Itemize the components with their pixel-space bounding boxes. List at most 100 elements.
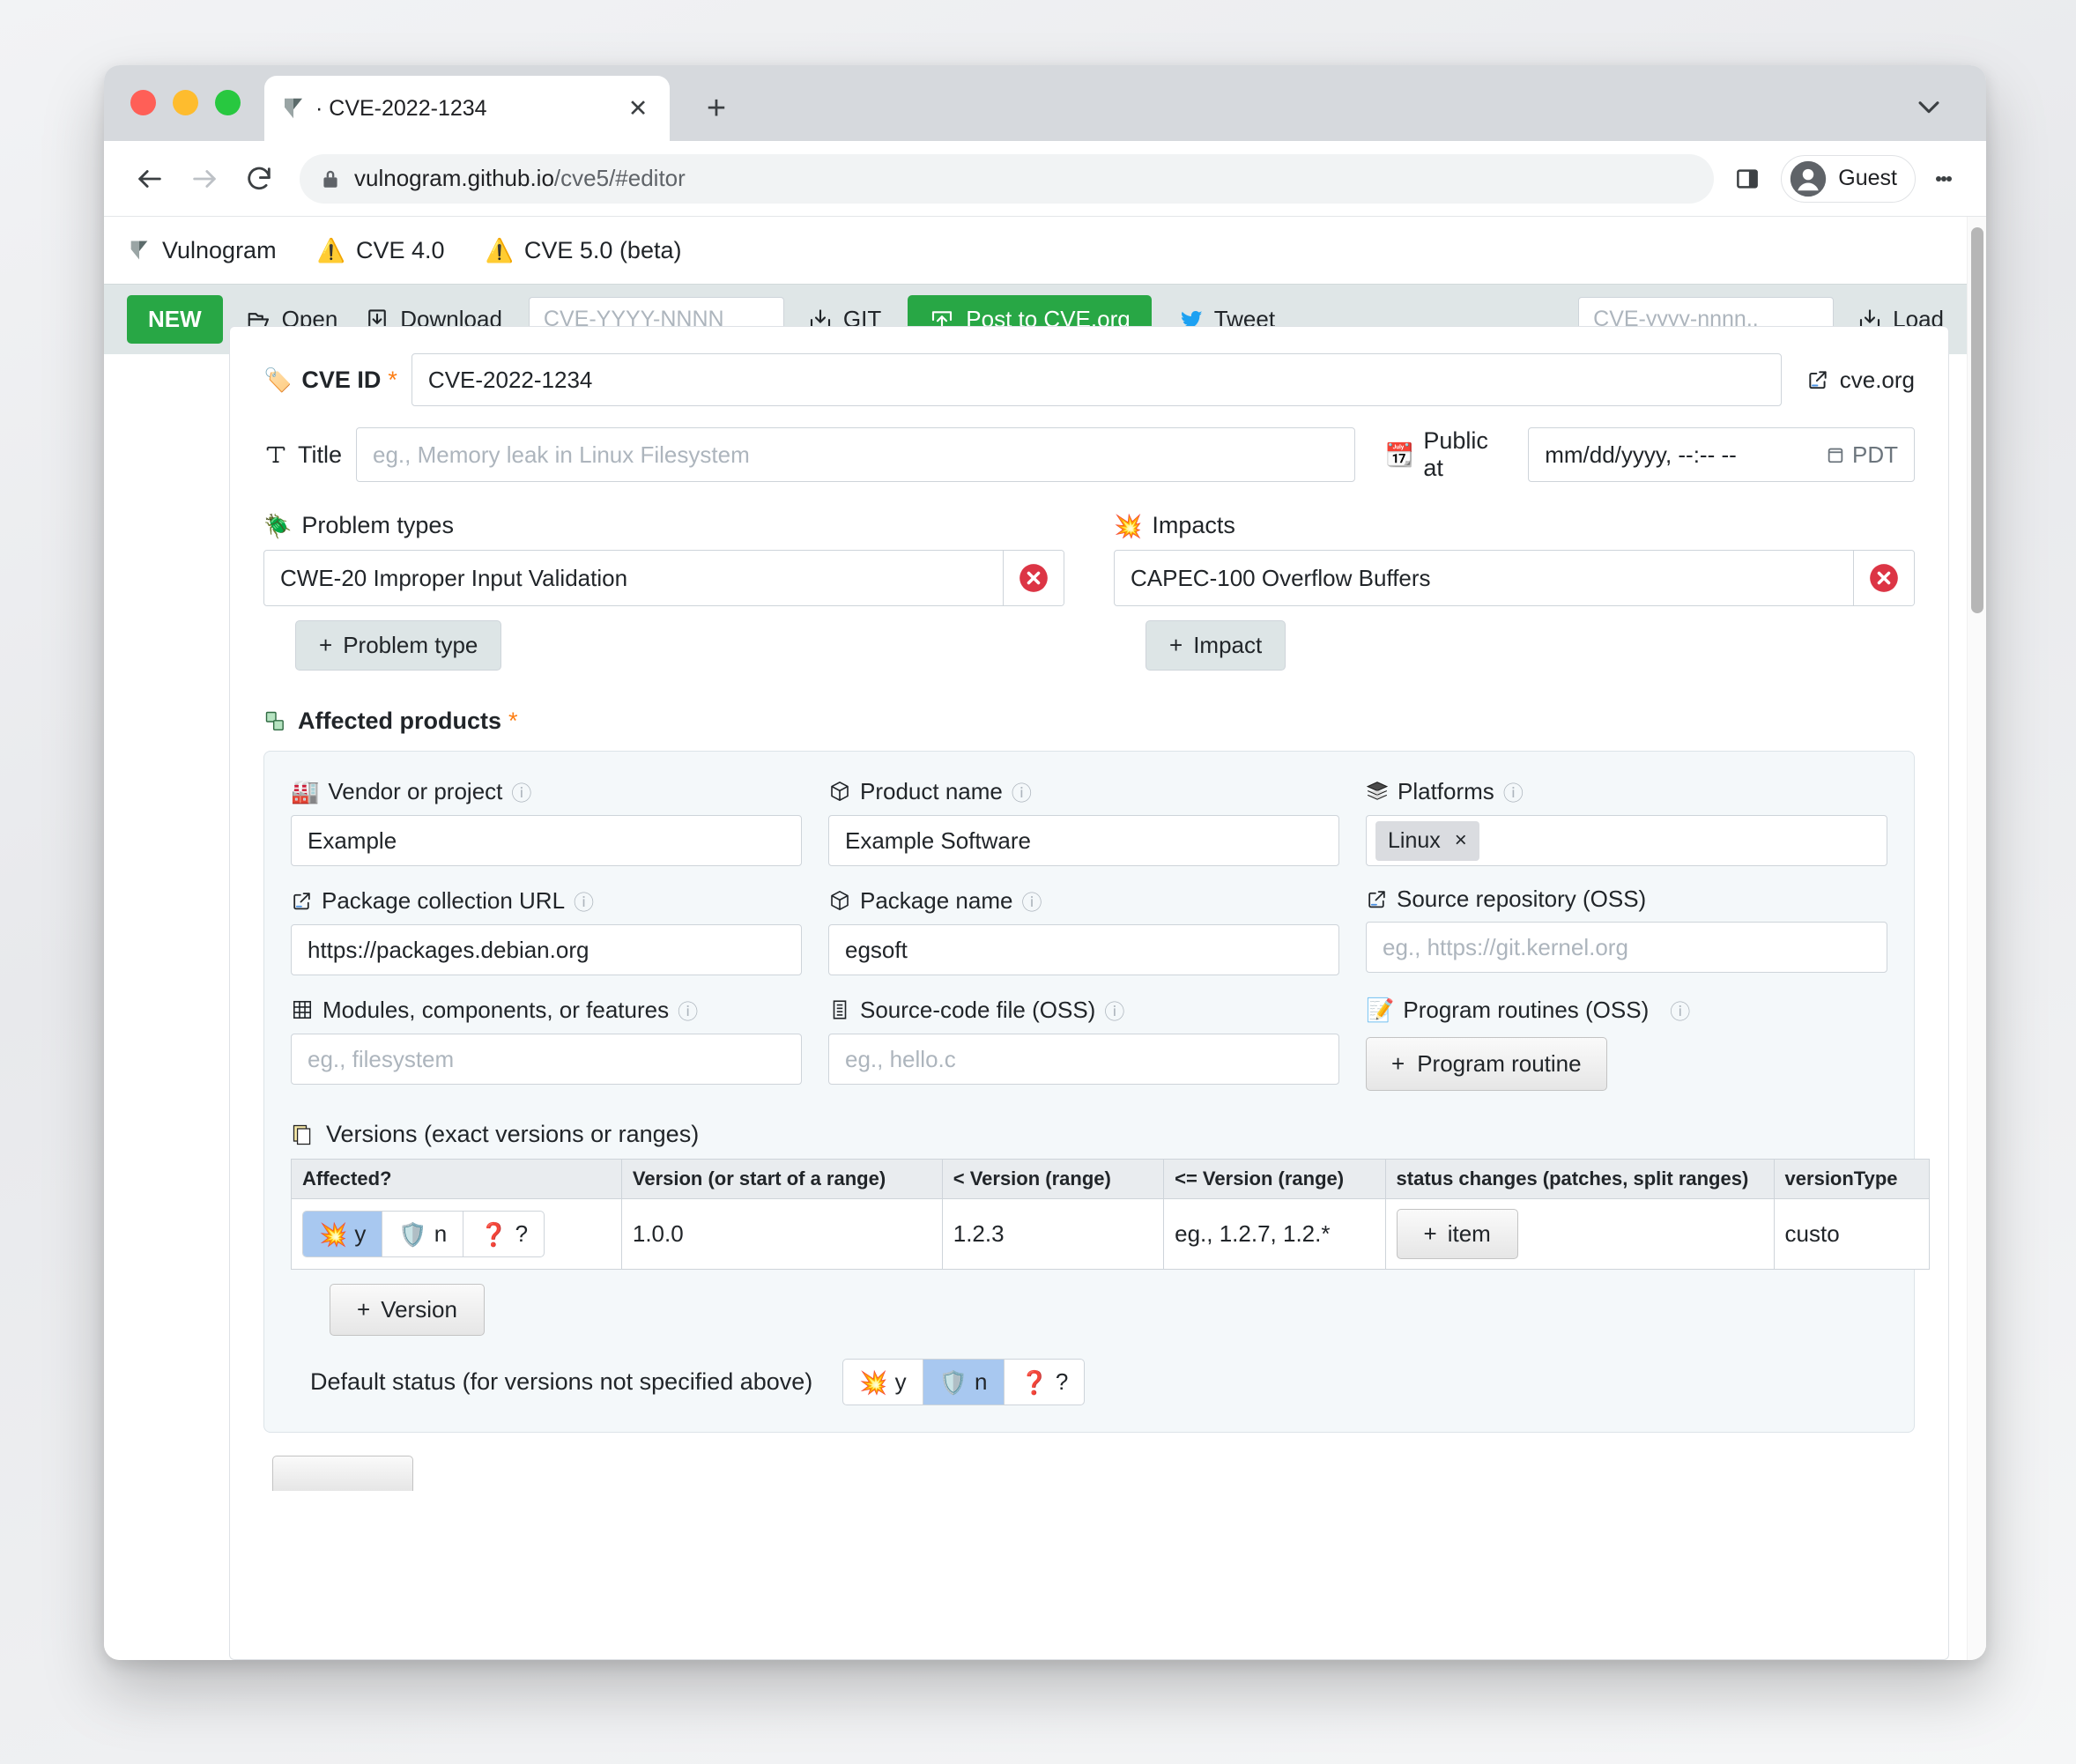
source-repository-input[interactable]: eg., https://git.kernel.org: [1366, 922, 1887, 973]
minimize-window-button[interactable]: [173, 90, 198, 115]
package-collection-url-input[interactable]: https://packages.debian.org: [291, 924, 802, 975]
page-viewport: Vulnogram ⚠️ CVE 4.0 ⚠️ CVE 5.0 (beta) N…: [104, 217, 1986, 1660]
title-row: Title eg., Memory leak in Linux Filesyst…: [263, 427, 1915, 482]
maximize-window-button[interactable]: [215, 90, 241, 115]
add-version-button[interactable]: + Version: [330, 1284, 485, 1336]
affected-toggle-unknown-label: ?: [515, 1220, 529, 1247]
platforms-input[interactable]: Linux ×: [1366, 815, 1887, 866]
scrollbar-thumb[interactable]: [1971, 227, 1983, 613]
back-icon[interactable]: [127, 156, 173, 202]
nav-link-cve40[interactable]: ⚠️ CVE 4.0: [317, 237, 445, 264]
col-lte-version: <= Version (range): [1163, 1159, 1386, 1199]
calendar-clock-icon: 📆: [1384, 441, 1414, 468]
page-scrollbar[interactable]: [1967, 217, 1986, 1660]
collision-icon: 💥: [859, 1368, 888, 1396]
source-code-file-label: Source-code file (OSS) ⓘ: [828, 995, 1339, 1025]
default-status-y-label: y: [894, 1368, 907, 1395]
remove-problem-type-button[interactable]: [1004, 551, 1064, 605]
source-code-file-input[interactable]: eg., hello.c: [828, 1034, 1339, 1085]
vendor-label-text: Vendor or project: [328, 777, 503, 804]
product-input[interactable]: Example Software: [828, 815, 1339, 866]
version-cell[interactable]: 1.0.0: [620, 1198, 943, 1270]
nav-link-cve40-label: CVE 4.0: [355, 236, 445, 263]
public-at-label-text: Public at: [1423, 427, 1488, 481]
remove-impact-button[interactable]: [1854, 551, 1914, 605]
info-icon[interactable]: ⓘ: [574, 886, 594, 915]
default-status-n[interactable]: 🛡️ n: [923, 1360, 1005, 1405]
next-section-button-stub[interactable]: [272, 1456, 413, 1491]
grid-icon: [291, 998, 314, 1021]
source-repository-label-text: Source repository (OSS): [1397, 886, 1647, 912]
avatar: [1789, 159, 1828, 198]
platforms-field: Platforms ⓘ Linux ×: [1366, 776, 1887, 866]
col-affected: Affected?: [291, 1159, 622, 1199]
remove-chip-icon[interactable]: ×: [1455, 828, 1467, 853]
browser-menu-icon[interactable]: [1924, 159, 1963, 198]
product-label: Product name ⓘ: [828, 776, 1339, 806]
address-bar[interactable]: vulnogram.github.io/cve5/#editor: [300, 153, 1715, 204]
cve-org-link[interactable]: cve.org: [1806, 367, 1915, 394]
close-icon[interactable]: ✕: [622, 93, 654, 124]
version-type-cell[interactable]: custo: [1773, 1198, 1931, 1270]
new-tab-button[interactable]: +: [696, 88, 737, 129]
side-panel-icon[interactable]: [1728, 159, 1767, 198]
reload-icon[interactable]: [236, 156, 282, 202]
add-problem-type-button[interactable]: + Problem type: [295, 620, 502, 671]
vendor-input[interactable]: Example: [291, 815, 802, 866]
affected-toggle-y[interactable]: 💥 y: [303, 1212, 383, 1256]
public-at-input[interactable]: mm/dd/yyyy, --:-- -- PDT: [1528, 427, 1915, 482]
new-button[interactable]: NEW: [127, 295, 223, 344]
modules-input[interactable]: eg., filesystem: [291, 1034, 802, 1085]
info-icon[interactable]: ⓘ: [1670, 995, 1690, 1025]
affected-toggle-n[interactable]: 🛡️ n: [382, 1212, 464, 1256]
problem-type-input[interactable]: CWE-20 Improper Input Validation: [264, 551, 1004, 605]
collision-icon: 💥: [1114, 512, 1143, 539]
app-brand[interactable]: Vulnogram: [127, 237, 277, 264]
info-icon[interactable]: ⓘ: [511, 776, 531, 806]
affected-toggle-unknown[interactable]: ❓ ?: [463, 1212, 544, 1256]
add-program-routine-button[interactable]: + Program routine: [1366, 1037, 1607, 1091]
add-impact-button[interactable]: + Impact: [1146, 620, 1286, 671]
forward-icon[interactable]: [182, 156, 227, 202]
affected-products-label: Affected products: [263, 708, 501, 735]
info-icon[interactable]: ⓘ: [1503, 776, 1524, 806]
modules-label-text: Modules, components, or features: [323, 996, 670, 1023]
browser-toolbar: vulnogram.github.io/cve5/#editor Guest: [104, 141, 1986, 217]
nav-link-cve50[interactable]: ⚠️ CVE 5.0 (beta): [486, 237, 682, 264]
profile-button[interactable]: Guest: [1781, 154, 1916, 203]
add-impact-label: Impact: [1193, 632, 1263, 658]
editor-panel: 🏷️ CVE ID * CVE-2022-1234 cve.org Title …: [229, 326, 1949, 1660]
calendar-icon: [1826, 445, 1845, 464]
bug-icon: 🪲: [263, 512, 293, 539]
default-status-unknown[interactable]: ❓ ?: [1005, 1360, 1085, 1405]
default-status-unknown-label: ?: [1055, 1368, 1069, 1395]
add-status-change-button[interactable]: + item: [1396, 1209, 1518, 1259]
platform-chip-label: Linux: [1388, 827, 1441, 853]
close-window-button[interactable]: [130, 90, 156, 115]
shield-check-icon: 🛡️: [938, 1368, 968, 1396]
public-at-timezone: PDT: [1826, 441, 1898, 469]
col-version-type: versionType: [1773, 1159, 1931, 1199]
info-icon[interactable]: ⓘ: [1104, 995, 1124, 1025]
versions-heading: Versions (exact versions or ranges): [291, 1121, 1887, 1148]
browser-tab[interactable]: · CVE-2022-1234 ✕: [264, 76, 670, 141]
lt-version-cell[interactable]: 1.2.3: [941, 1198, 1165, 1270]
versions-table-header-row: Affected? Version (or start of a range) …: [291, 1159, 1931, 1199]
platform-chip[interactable]: Linux ×: [1375, 820, 1479, 861]
lte-version-cell[interactable]: eg., 1.2.7, 1.2.*: [1163, 1198, 1386, 1270]
title-input[interactable]: eg., Memory leak in Linux Filesystem: [356, 427, 1355, 482]
default-status-y[interactable]: 💥 y: [843, 1360, 923, 1405]
info-icon[interactable]: ⓘ: [678, 995, 698, 1025]
impact-input[interactable]: CAPEC-100 Overflow Buffers: [1115, 551, 1854, 605]
package-name-input[interactable]: egsoft: [828, 924, 1339, 975]
chevron-down-icon[interactable]: [1914, 92, 1944, 122]
problem-type-row: CWE-20 Improper Input Validation: [263, 550, 1064, 606]
collision-icon: 💥: [319, 1220, 348, 1248]
cve-id-input[interactable]: CVE-2022-1234: [411, 353, 1782, 406]
info-icon[interactable]: ⓘ: [1021, 886, 1042, 915]
impact-row: CAPEC-100 Overflow Buffers: [1114, 550, 1915, 606]
info-icon[interactable]: ⓘ: [1012, 776, 1032, 806]
default-status-n-label: n: [975, 1368, 988, 1395]
public-at-label: 📆 Public at: [1385, 427, 1510, 482]
title-icon: [263, 442, 288, 467]
